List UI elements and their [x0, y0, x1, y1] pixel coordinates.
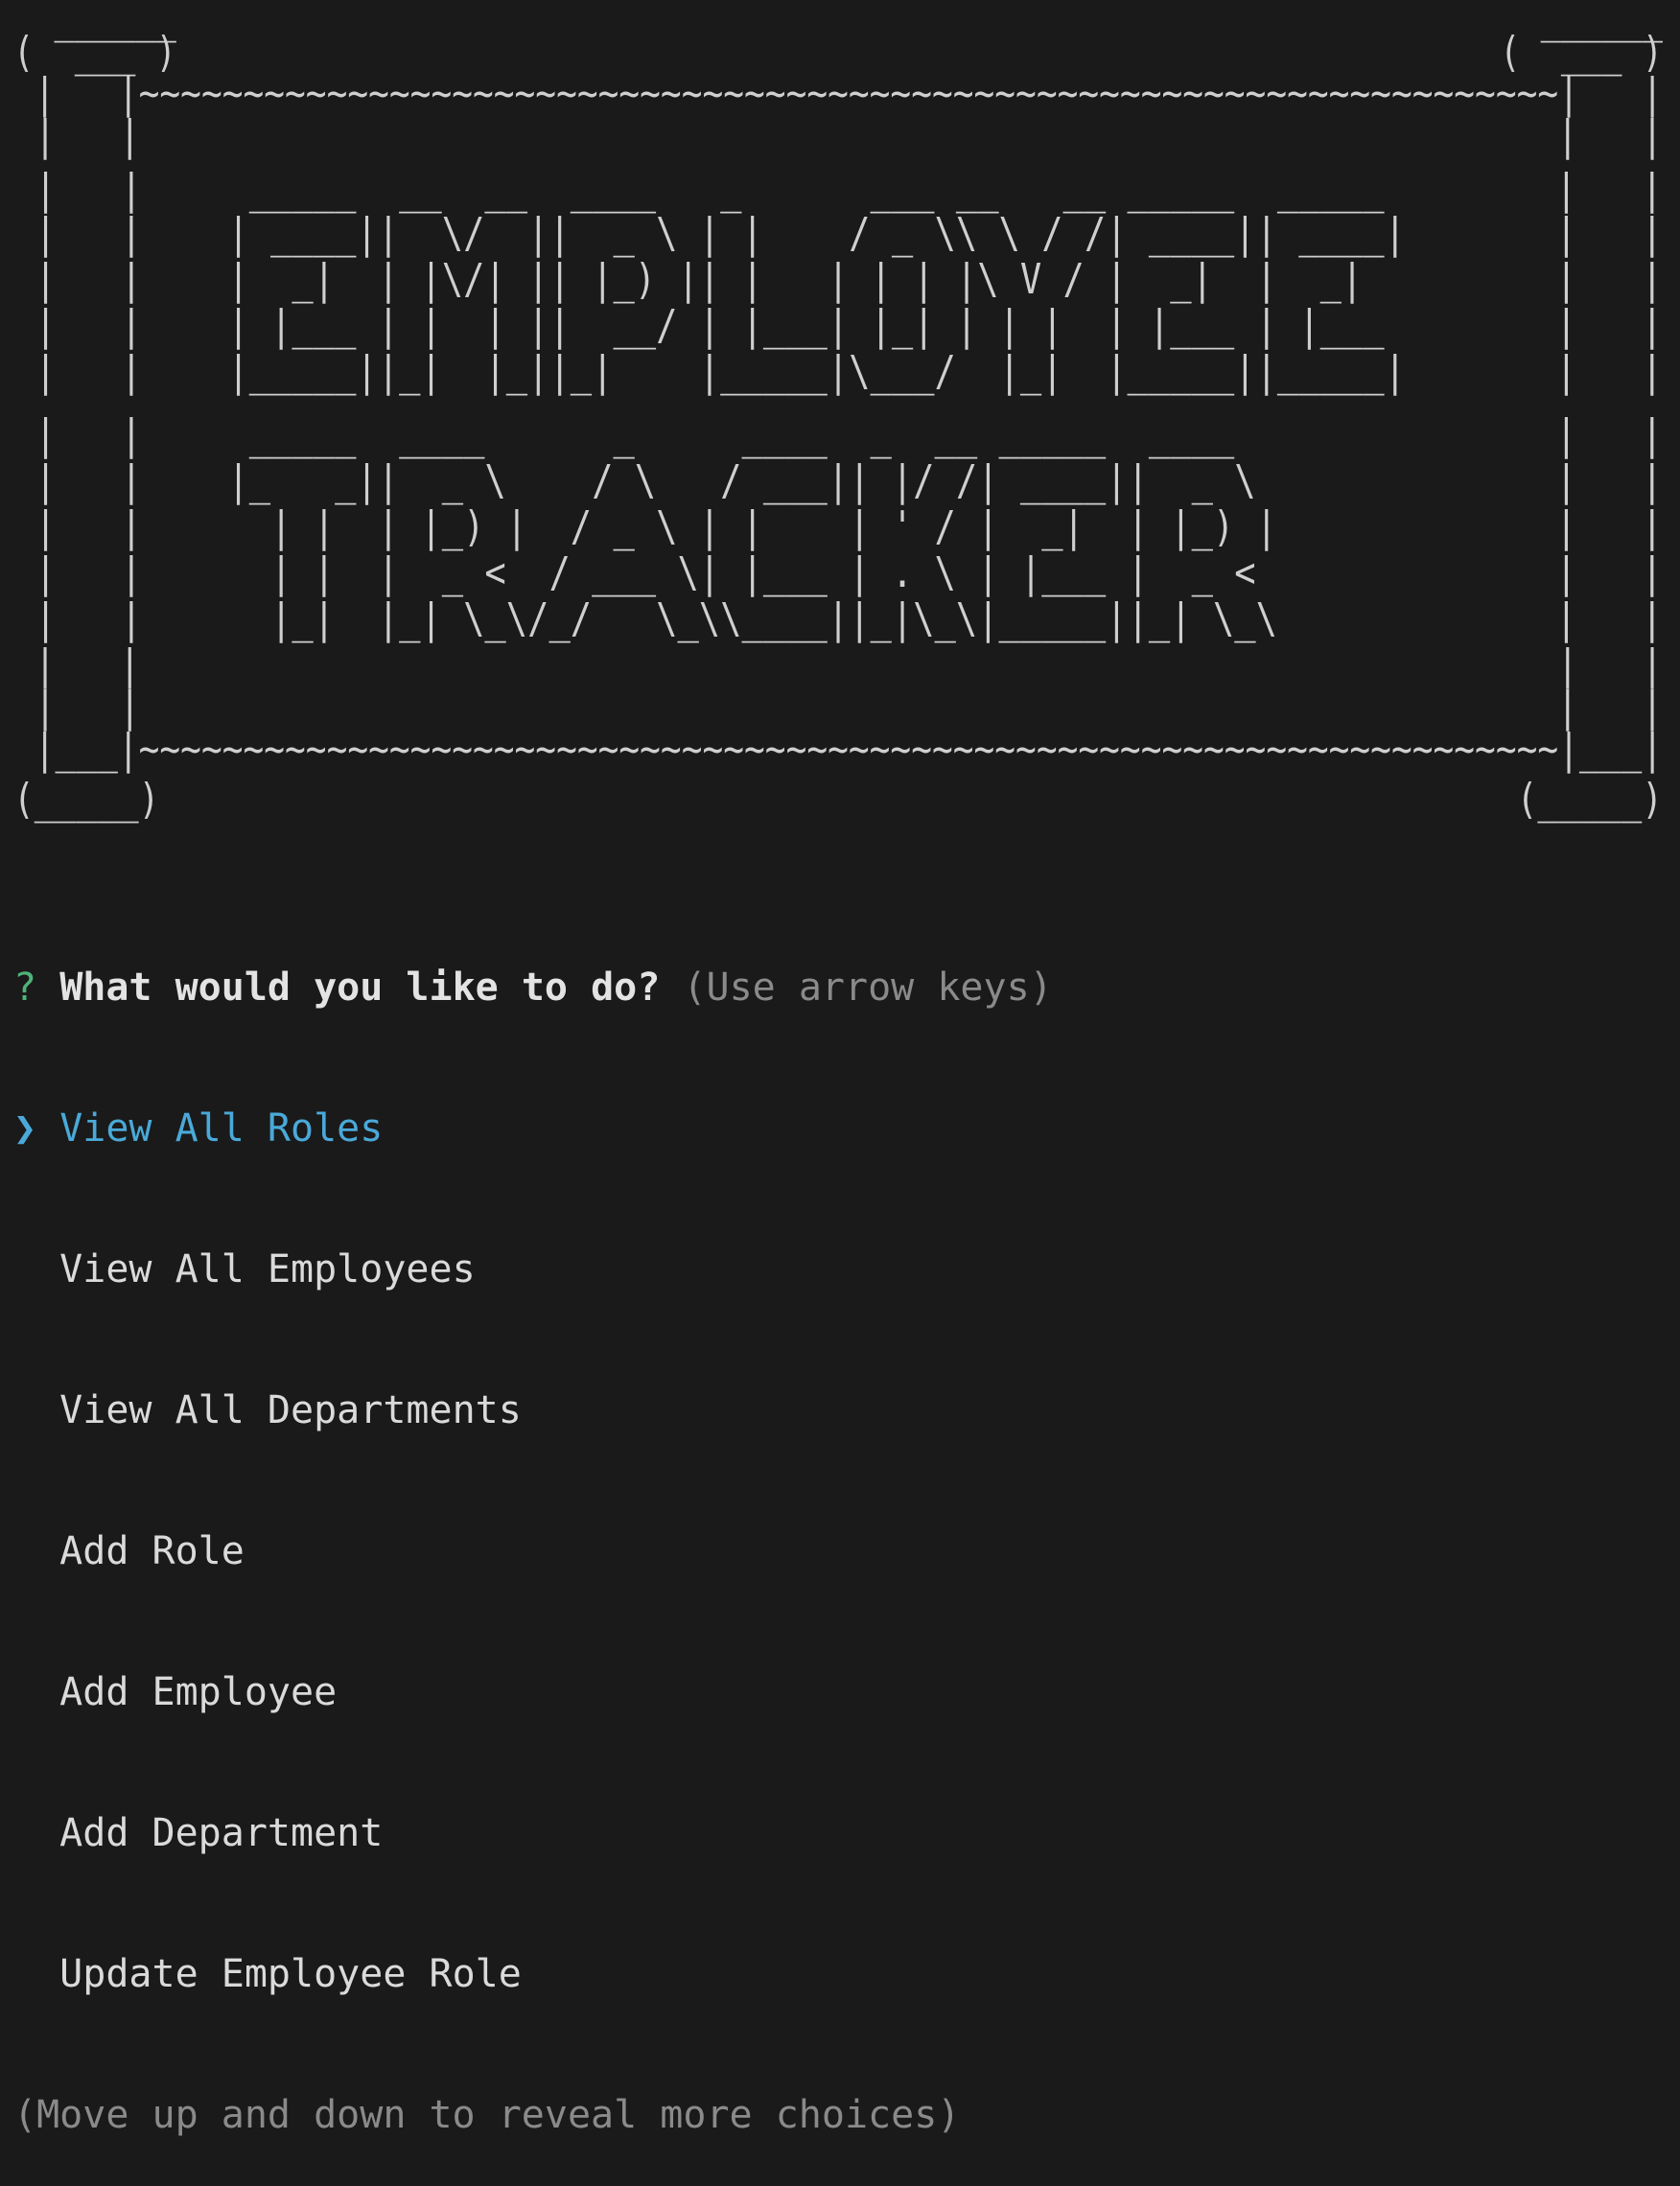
ascii-banner: ______ ______ ( ___ ) ( ___ ) | |~~~~~~~…	[13, 0, 1663, 824]
banner-line: |___|~~~~~~~~~~~~~~~~~~~~~~~~~~~~~~~~~~~…	[13, 725, 1663, 774]
menu-item-label: View All Departments	[59, 1388, 522, 1432]
banner-line: | | | | | _ < / ___ \| |___ | . \ | |___…	[13, 548, 1663, 597]
banner-line: | | |_____||_| |_||_| |_____|\___/ |_| |…	[13, 347, 1663, 396]
banner-line: | | |_ _|| _ \ / \ / ___|| |/ /| ____|| …	[13, 456, 1663, 505]
menu-item-label: Add Role	[59, 1529, 245, 1573]
scroll-hint: (Move up and down to reveal more choices…	[13, 2093, 961, 2137]
banner-line: | | _____ __ __ ____ _ ___ __ __ _____ _…	[13, 165, 1663, 214]
menu-item-label: View All Employees	[59, 1247, 476, 1291]
menu-item-add-department[interactable]: Add Department	[13, 1810, 1053, 1857]
banner-line: | | | ____|| \/ || _ \ | | / _ \\ \ / /|…	[13, 209, 1663, 258]
menu-item-label: Update Employee Role	[59, 1952, 522, 1996]
pointer-icon: ❯	[13, 1106, 37, 1151]
hint-text: (Use arrow keys)	[683, 965, 1053, 1010]
menu-item-view-all-roles[interactable]: ❯ View All Roles	[13, 1105, 1053, 1152]
menu-item-label: Add Department	[59, 1811, 384, 1855]
menu-item-view-all-departments[interactable]: View All Departments	[13, 1387, 1053, 1434]
menu-item-add-employee[interactable]: Add Employee	[13, 1669, 1053, 1716]
banner-line: | | | |	[13, 111, 1663, 160]
banner-line: | | | _| | |\/| || |_) || | | | | |\ V /…	[13, 255, 1663, 304]
banner-line: | | _____ ____ _ ____ _ __ _____ ____ | …	[13, 410, 1663, 459]
question-line: ? What would you like to do? (Use arrow …	[13, 965, 1053, 1012]
banner-line: | | | |___ | | | || __/ | |___| |_| | | …	[13, 301, 1663, 350]
banner-line: | | |_| |_| \_\/_/ \_\\____||_|\_\|_____…	[13, 594, 1663, 643]
question-mark-icon: ?	[13, 965, 37, 1010]
menu-item-add-role[interactable]: Add Role	[13, 1528, 1053, 1575]
question-text: What would you like to do?	[59, 965, 661, 1010]
menu-item-label: Add Employee	[59, 1670, 338, 1714]
banner-line: (_____) (_____)	[13, 775, 1663, 824]
menu-item-update-employee-role[interactable]: Update Employee Role	[13, 1951, 1053, 1998]
banner-line: | | | | | |_) | / _ \ | | | ' / | _| | |…	[13, 502, 1663, 551]
menu-item-label: View All Roles	[59, 1106, 384, 1151]
menu-item-view-all-employees[interactable]: View All Employees	[13, 1246, 1053, 1293]
menu-prompt[interactable]: ? What would you like to do? (Use arrow …	[13, 871, 1053, 2186]
